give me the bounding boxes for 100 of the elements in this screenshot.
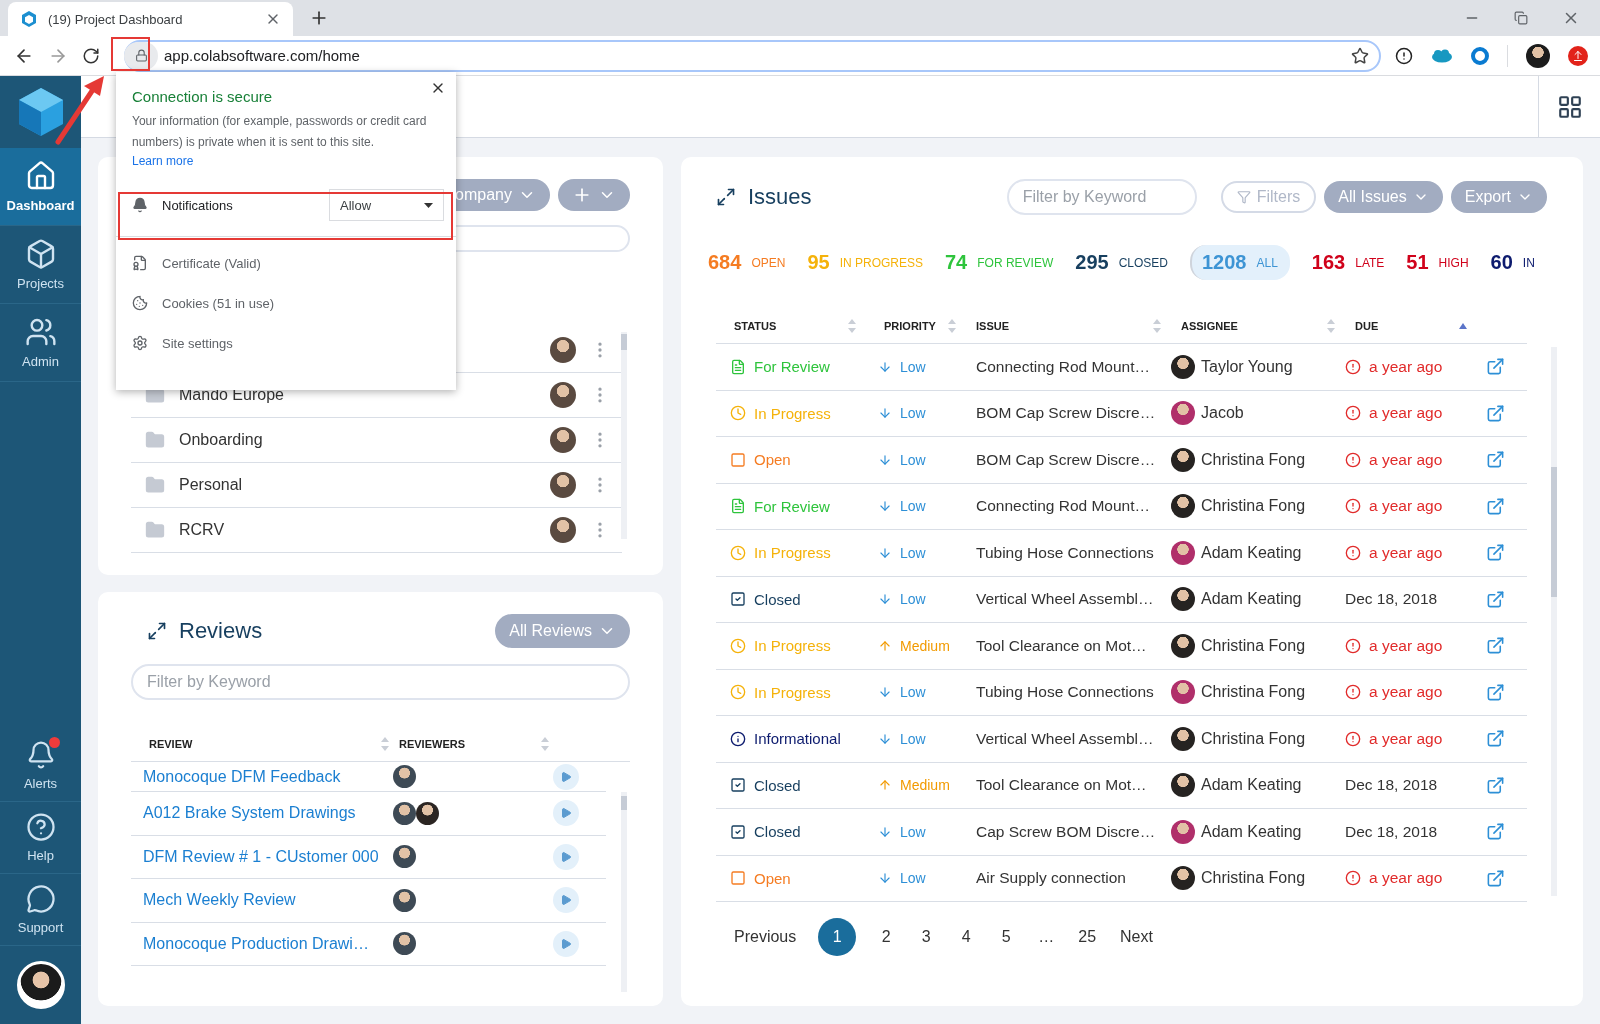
issue-title[interactable]: Connecting Rod Mount…	[966, 497, 1171, 516]
project-name: Onboarding	[179, 431, 264, 449]
sidebar-item[interactable]: Support	[0, 874, 81, 946]
column-header[interactable]: DUE	[1345, 319, 1379, 332]
status-count[interactable]: 163 LATE	[1311, 245, 1385, 280]
status-count[interactable]: 60 IN	[1490, 245, 1535, 280]
lock-icon[interactable]	[124, 41, 158, 70]
review-link[interactable]: Monocoque DFM Feedback	[143, 767, 393, 786]
popup-item[interactable]: Certificate (Valid)	[116, 243, 456, 283]
issue-row[interactable]: Open Low BOM Cap Screw Discre… Christina Fong a year ago	[716, 437, 1527, 484]
issue-row[interactable]: Closed Low Cap Screw BOM Discre… Adam Keating Dec 18, 2018	[716, 809, 1527, 856]
review-link[interactable]: Monocoque Production Drawi…	[143, 934, 393, 953]
issue-row[interactable]: Informational Low Vertical Wheel Assembl… Christina Fong a year ago	[716, 716, 1527, 763]
column-header[interactable]: ISSUE	[966, 319, 1009, 332]
avatar	[550, 382, 576, 408]
sidebar-item[interactable]: Help	[0, 802, 81, 874]
popup-item[interactable]: Site settings	[116, 323, 456, 363]
issue-row[interactable]: Open Low Air Supply connection Christina Fong a year ago	[716, 855, 1527, 902]
issue-title[interactable]: BOM Cap Screw Discre…	[966, 450, 1171, 469]
cloud-icon[interactable]	[1431, 48, 1453, 63]
status-count[interactable]: 51 HIGH	[1406, 245, 1469, 280]
browser-tab[interactable]: (19) Project Dashboard	[8, 2, 293, 36]
chat-icon	[25, 884, 56, 914]
expand-icon[interactable]	[716, 187, 736, 207]
due-date: a year ago	[1369, 729, 1443, 748]
issue-title[interactable]: Connecting Rod Mount…	[966, 357, 1171, 376]
project-row[interactable]: Onboarding	[131, 418, 622, 463]
issue-title[interactable]: Tool Clearance on Mot…	[966, 776, 1171, 795]
assignee-name: Adam Keating	[1201, 543, 1302, 562]
assignee-name: Christina Fong	[1201, 683, 1306, 702]
issue-title[interactable]: Tubing Hose Connections	[966, 543, 1171, 562]
alert-icon	[1345, 544, 1361, 561]
previous-button[interactable]: Previous	[732, 918, 799, 956]
review-link[interactable]: DFM Review # 1 - CUstomer 000	[143, 847, 393, 866]
add-dropdown[interactable]	[558, 179, 630, 211]
star-icon[interactable]	[1351, 46, 1369, 65]
issue-title[interactable]: Cap Screw BOM Discre…	[966, 822, 1171, 841]
sidebar-item[interactable]: Dashboard	[0, 148, 81, 226]
column-header[interactable]: REVIEW	[149, 737, 193, 750]
page-button[interactable]: 2	[876, 918, 897, 956]
page-button[interactable]: 5	[996, 918, 1017, 956]
reload-icon[interactable]	[82, 46, 100, 65]
page-button[interactable]: 25	[1076, 918, 1099, 956]
next-button[interactable]: Next	[1118, 918, 1155, 956]
ring-icon[interactable]	[1471, 46, 1489, 65]
user-avatar[interactable]	[16, 961, 65, 1009]
restore-icon[interactable]	[1514, 11, 1528, 25]
extension-icon[interactable]	[1395, 46, 1413, 65]
page-button[interactable]: 3	[916, 918, 937, 956]
issue-row[interactable]: For Review Low Connecting Rod Mount… Taylor Young a year ago	[716, 344, 1527, 391]
search-field[interactable]: Filter by Keyword	[1006, 179, 1197, 215]
play-button[interactable]	[553, 763, 579, 790]
page-button[interactable]: 1	[818, 918, 857, 956]
sidebar-item[interactable]: Projects	[0, 226, 81, 304]
page-button[interactable]: 4	[956, 918, 977, 956]
learn-more-link[interactable]: Learn more	[132, 154, 194, 168]
column-header[interactable]: ASSIGNEE	[1171, 319, 1238, 332]
avatar	[1171, 680, 1195, 705]
play-button[interactable]	[553, 843, 579, 870]
issue-priority: Low	[900, 405, 926, 422]
avatar	[1171, 447, 1195, 472]
column-header[interactable]: PRIORITY	[866, 319, 936, 332]
issue-title[interactable]: Vertical Wheel Assembl…	[966, 590, 1171, 609]
expand-icon[interactable]	[147, 621, 167, 641]
play-button[interactable]	[553, 887, 579, 914]
permission-label: Notifications	[162, 197, 234, 213]
issue-row[interactable]: In Progress Low Tubing Hose Connections Adam Keating a year ago	[716, 530, 1527, 577]
sort-up-icon[interactable]	[1459, 322, 1467, 329]
issue-row[interactable]: Closed Low Vertical Wheel Assembl… Adam Keating Dec 18, 2018	[716, 576, 1527, 623]
play-button[interactable]	[553, 930, 579, 957]
play-button[interactable]	[553, 800, 579, 827]
address-bar[interactable]: app.colabsoftware.com/home	[124, 39, 1381, 72]
review-link[interactable]: A012 Brake System Drawings	[143, 804, 393, 823]
issue-title[interactable]: Tool Clearance on Mot…	[966, 636, 1171, 655]
column-header[interactable]: REVIEWERS	[399, 737, 465, 750]
issue-priority: Medium	[900, 637, 950, 654]
issue-title[interactable]: BOM Cap Screw Discre…	[966, 404, 1171, 423]
project-row[interactable]: RCRV	[131, 508, 622, 553]
review-link[interactable]: Mech Weekly Review	[143, 891, 393, 910]
project-row[interactable]: Personal	[131, 463, 622, 508]
column-header[interactable]: STATUS	[716, 319, 777, 332]
issue-row[interactable]: In Progress Low Tubing Hose Connections Christina Fong a year ago	[716, 669, 1527, 716]
update-icon[interactable]	[1568, 45, 1588, 66]
popup-item[interactable]: Cookies (51 in use)	[116, 283, 456, 323]
certificate-icon	[132, 255, 148, 271]
issue-title[interactable]: Tubing Hose Connections	[966, 683, 1171, 702]
search-field[interactable]: Filter by Keyword	[131, 664, 630, 700]
sidebar-item[interactable]: Alerts	[0, 730, 81, 802]
logo-icon	[16, 86, 65, 138]
status-count[interactable]: 295 CLOSED	[1075, 245, 1168, 280]
issue-row[interactable]: For Review Low Connecting Rod Mount… Christina Fong a year ago	[716, 483, 1527, 530]
issue-row[interactable]: Closed Medium Tool Clearance on Mot… Adam Keating Dec 18, 2018	[716, 762, 1527, 809]
popup-title: Connection is secure	[132, 88, 273, 105]
issue-row[interactable]: In Progress Medium Tool Clearance on Mot… Christina Fong a year ago	[716, 623, 1527, 670]
page-button[interactable]: …	[1036, 918, 1057, 956]
issue-title[interactable]: Air Supply connection	[966, 869, 1171, 888]
permission-select[interactable]: Allow	[329, 189, 444, 221]
issue-title[interactable]: Vertical Wheel Assembl…	[966, 729, 1171, 748]
issue-row[interactable]: In Progress Low BOM Cap Screw Discre… Jacob a year ago	[716, 390, 1527, 437]
sidebar-item[interactable]: Admin	[0, 304, 81, 382]
